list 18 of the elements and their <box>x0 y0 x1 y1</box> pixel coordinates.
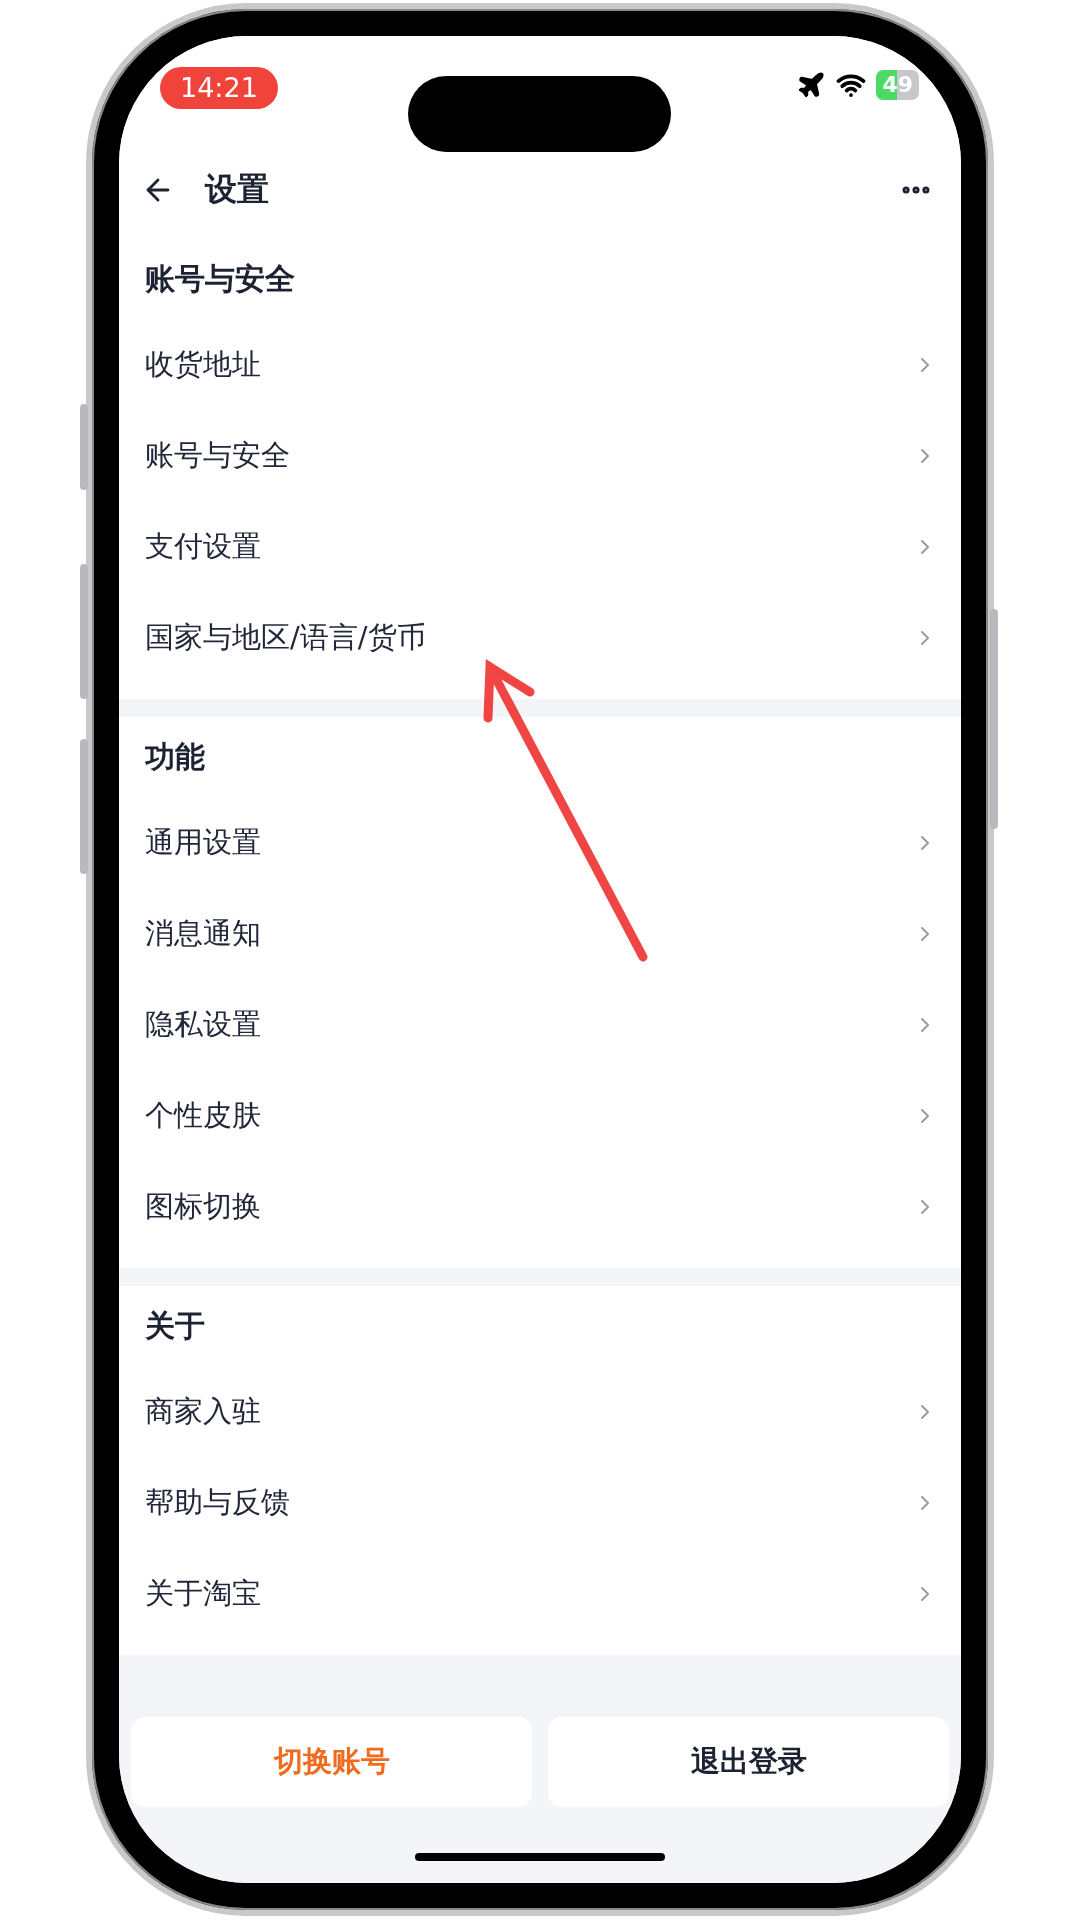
page-title: 设置 <box>205 169 270 210</box>
status-time: 14:21 <box>160 67 278 109</box>
settings-row[interactable]: 个性皮肤 <box>119 1070 961 1161</box>
settings-row[interactable]: 账号与安全 <box>119 410 961 501</box>
settings-row[interactable]: 支付设置 <box>119 501 961 592</box>
section-title: 关于 <box>145 1306 205 1345</box>
footer-button[interactable]: 退出登录 <box>548 1717 949 1807</box>
section-title: 功能 <box>145 737 205 776</box>
settings-row[interactable]: 消息通知 <box>119 888 961 979</box>
settings-row[interactable]: 收货地址 <box>119 319 961 410</box>
settings-row[interactable]: 隐私设置 <box>119 979 961 1070</box>
settings-row[interactable]: 关于淘宝 <box>119 1548 961 1639</box>
section-title: 账号与安全 <box>145 259 295 298</box>
settings-row[interactable]: 图标切换 <box>119 1161 961 1252</box>
settings-row[interactable]: 商家入驻 <box>119 1366 961 1457</box>
settings-row[interactable]: 通用设置 <box>119 797 961 888</box>
settings-row[interactable]: 帮助与反馈 <box>119 1457 961 1548</box>
settings-row[interactable]: 国家与地区/语言/货币 <box>119 592 961 683</box>
